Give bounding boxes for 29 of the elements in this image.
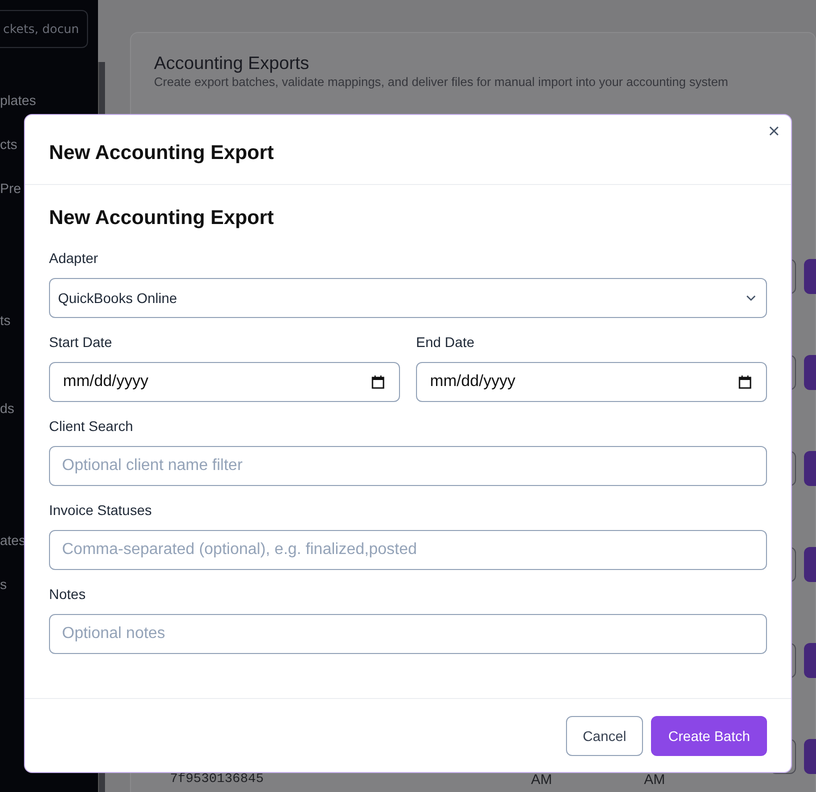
sidebar-item[interactable]: ds [0, 398, 14, 420]
field-label: Client Search [49, 418, 134, 434]
table-cell-text: AM [531, 771, 553, 787]
sidebar-item[interactable]: ts [0, 310, 11, 332]
field-label: Notes [49, 586, 86, 602]
dialog-title: New Accounting Export [49, 142, 274, 165]
search-field[interactable]: ckets, docun [0, 10, 88, 48]
table-cell-text: 7f9530136845 [170, 771, 265, 787]
input-field[interactable]: Optional client name filter [49, 446, 767, 486]
form-heading: New Accounting Export [49, 207, 274, 230]
sidebar-item[interactable]: Pre [0, 178, 22, 200]
date-field[interactable]: mm/dd/yyyy [49, 362, 400, 402]
create-batch-button[interactable]: Create Batch [651, 716, 767, 756]
card-subtitle: Create export batches, validate mappings, and deliver files for manual import into your accounting system [154, 75, 728, 89]
field-label: Invoice Statuses [49, 502, 152, 518]
adapter-dropdown[interactable]: QuickBooks Online [49, 278, 767, 318]
field-label: Adapter [49, 250, 98, 266]
input-field[interactable]: Optional notes [49, 614, 767, 654]
cancel-button[interactable]: Cancel [566, 716, 644, 756]
table-cell: AM [644, 771, 665, 787]
card-title: Accounting Exports [154, 53, 310, 74]
date-field[interactable]: mm/dd/yyyy [416, 362, 767, 402]
sidebar-item[interactable]: cts [0, 134, 18, 156]
sidebar-item[interactable]: s [0, 574, 7, 596]
input-field[interactable]: Comma-separated (optional), e.g. finalized,posted [49, 530, 767, 570]
sidebar-item[interactable]: ates [0, 530, 26, 552]
field-label: End Date [416, 334, 474, 350]
field-label: Start Date [49, 334, 112, 350]
sidebar-item[interactable]: plates [0, 90, 36, 112]
